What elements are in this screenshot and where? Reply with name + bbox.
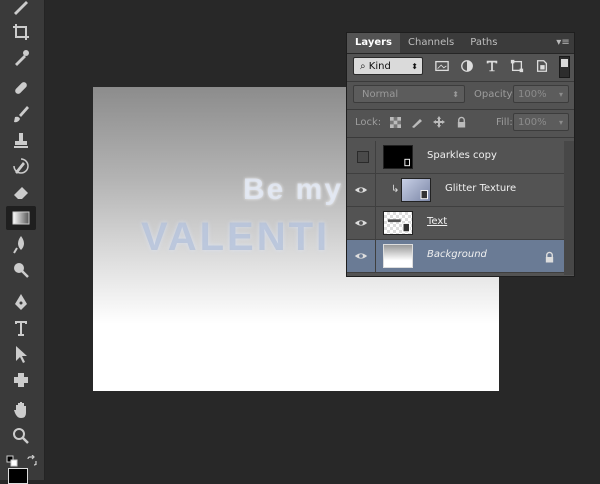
opacity-field[interactable]: 100% ▾ (513, 85, 569, 103)
tab-paths[interactable]: Paths (462, 33, 505, 53)
divider (375, 207, 376, 239)
crop-tool-icon[interactable] (6, 20, 36, 44)
layer-thumbnail (383, 244, 413, 268)
filter-kind-select[interactable]: ⌕ Kind ⬍ (353, 57, 423, 75)
eye-icon[interactable] (353, 182, 369, 198)
clipping-mask-arrow-icon: ↳ (391, 184, 400, 195)
chevron-down-icon: ▾ (558, 90, 563, 99)
chevron-updown-icon: ⬍ (452, 90, 459, 99)
layer-name: Background (427, 249, 487, 260)
layer-thumbnail (383, 211, 413, 235)
swap-colors-icon[interactable] (26, 452, 38, 466)
pen-tool-icon[interactable] (6, 290, 36, 314)
blur-tool-icon[interactable] (6, 232, 36, 256)
panel-tabs: Layers Channels Paths ▾≡ (347, 33, 574, 54)
divider (347, 81, 574, 82)
divider (347, 137, 574, 138)
divider (375, 174, 376, 206)
clone-stamp-icon[interactable] (6, 128, 36, 152)
lock-all-icon[interactable] (453, 114, 469, 130)
healing-brush-icon[interactable] (6, 76, 36, 100)
panel-menu-icon[interactable]: ▾≡ (552, 33, 574, 53)
filter-toggle-switch[interactable] (559, 56, 570, 78)
history-brush-icon[interactable] (6, 154, 36, 178)
default-colors-icon[interactable] (6, 452, 18, 467)
layer-row-sparkles-copy[interactable]: Sparkles copy (347, 141, 574, 174)
lock-icon (544, 248, 558, 263)
zoom-tool-icon[interactable] (6, 424, 36, 448)
eyedropper-icon[interactable] (6, 46, 36, 70)
paint-brush-icon[interactable] (6, 102, 36, 126)
opacity-label: Opacity: (474, 89, 516, 100)
adjustment-filter-icon[interactable] (458, 57, 476, 75)
lock-position-icon[interactable] (431, 114, 447, 130)
divider (375, 240, 376, 272)
layer-thumbnail (383, 145, 413, 169)
foreground-color-swatch[interactable] (8, 468, 28, 484)
type-tool-icon[interactable] (6, 316, 36, 340)
tab-channels[interactable]: Channels (400, 33, 462, 53)
fill-field[interactable]: 100% ▾ (513, 113, 569, 131)
eye-icon[interactable] (353, 215, 369, 231)
lock-label: Lock: (355, 117, 382, 128)
fill-value: 100% (518, 117, 547, 128)
blend-mode-select[interactable]: Normal ⬍ (353, 85, 465, 103)
search-icon: ⌕ (360, 61, 366, 72)
gradient-tool-icon[interactable] (6, 206, 36, 230)
filter-kind-label: Kind (368, 61, 391, 72)
tab-layers[interactable]: Layers (347, 33, 400, 53)
custom-shape-icon[interactable] (6, 368, 36, 392)
layer-name: Glitter Texture (445, 183, 517, 194)
canvas-text-line1: Be my (243, 173, 344, 206)
lock-transparent-pixels-icon[interactable] (387, 114, 403, 130)
lock-image-pixels-icon[interactable] (409, 114, 425, 130)
shape-filter-icon[interactable] (508, 57, 526, 75)
layer-name: Text (427, 216, 448, 227)
eraser-icon[interactable] (6, 180, 36, 204)
visibility-toggle-off[interactable] (357, 151, 369, 163)
layers-scrollbar[interactable] (564, 141, 574, 275)
layers-list: Sparkles copy ↳ Glitter Texture Text Bac… (347, 141, 574, 273)
fill-label: Fill: (496, 117, 513, 128)
chevron-down-icon: ▾ (558, 118, 563, 127)
layer-name: Sparkles copy (427, 150, 497, 161)
layers-panel: Layers Channels Paths ▾≡ ⌕ Kind ⬍ Normal… (346, 32, 575, 277)
layer-row-glitter-texture[interactable]: ↳ Glitter Texture (347, 174, 574, 207)
opacity-value: 100% (518, 89, 547, 100)
layer-row-background[interactable]: Background (347, 240, 574, 273)
hand-tool-icon[interactable] (6, 398, 36, 422)
eye-icon[interactable] (353, 248, 369, 264)
tools-panel (0, 0, 45, 484)
layer-thumbnail (401, 178, 431, 202)
brush-icon[interactable] (6, 0, 36, 18)
canvas-text-line2: VALENTI (141, 215, 331, 259)
image-filter-icon[interactable] (433, 57, 451, 75)
path-selection-icon[interactable] (6, 342, 36, 366)
dodge-tool-icon[interactable] (6, 258, 36, 282)
divider (347, 109, 574, 110)
blend-mode-value: Normal (362, 89, 399, 100)
layer-row-text[interactable]: Text (347, 207, 574, 240)
type-filter-icon[interactable] (483, 57, 501, 75)
chevron-updown-icon: ⬍ (411, 62, 418, 71)
smart-object-filter-icon[interactable] (533, 57, 551, 75)
divider (375, 141, 376, 173)
